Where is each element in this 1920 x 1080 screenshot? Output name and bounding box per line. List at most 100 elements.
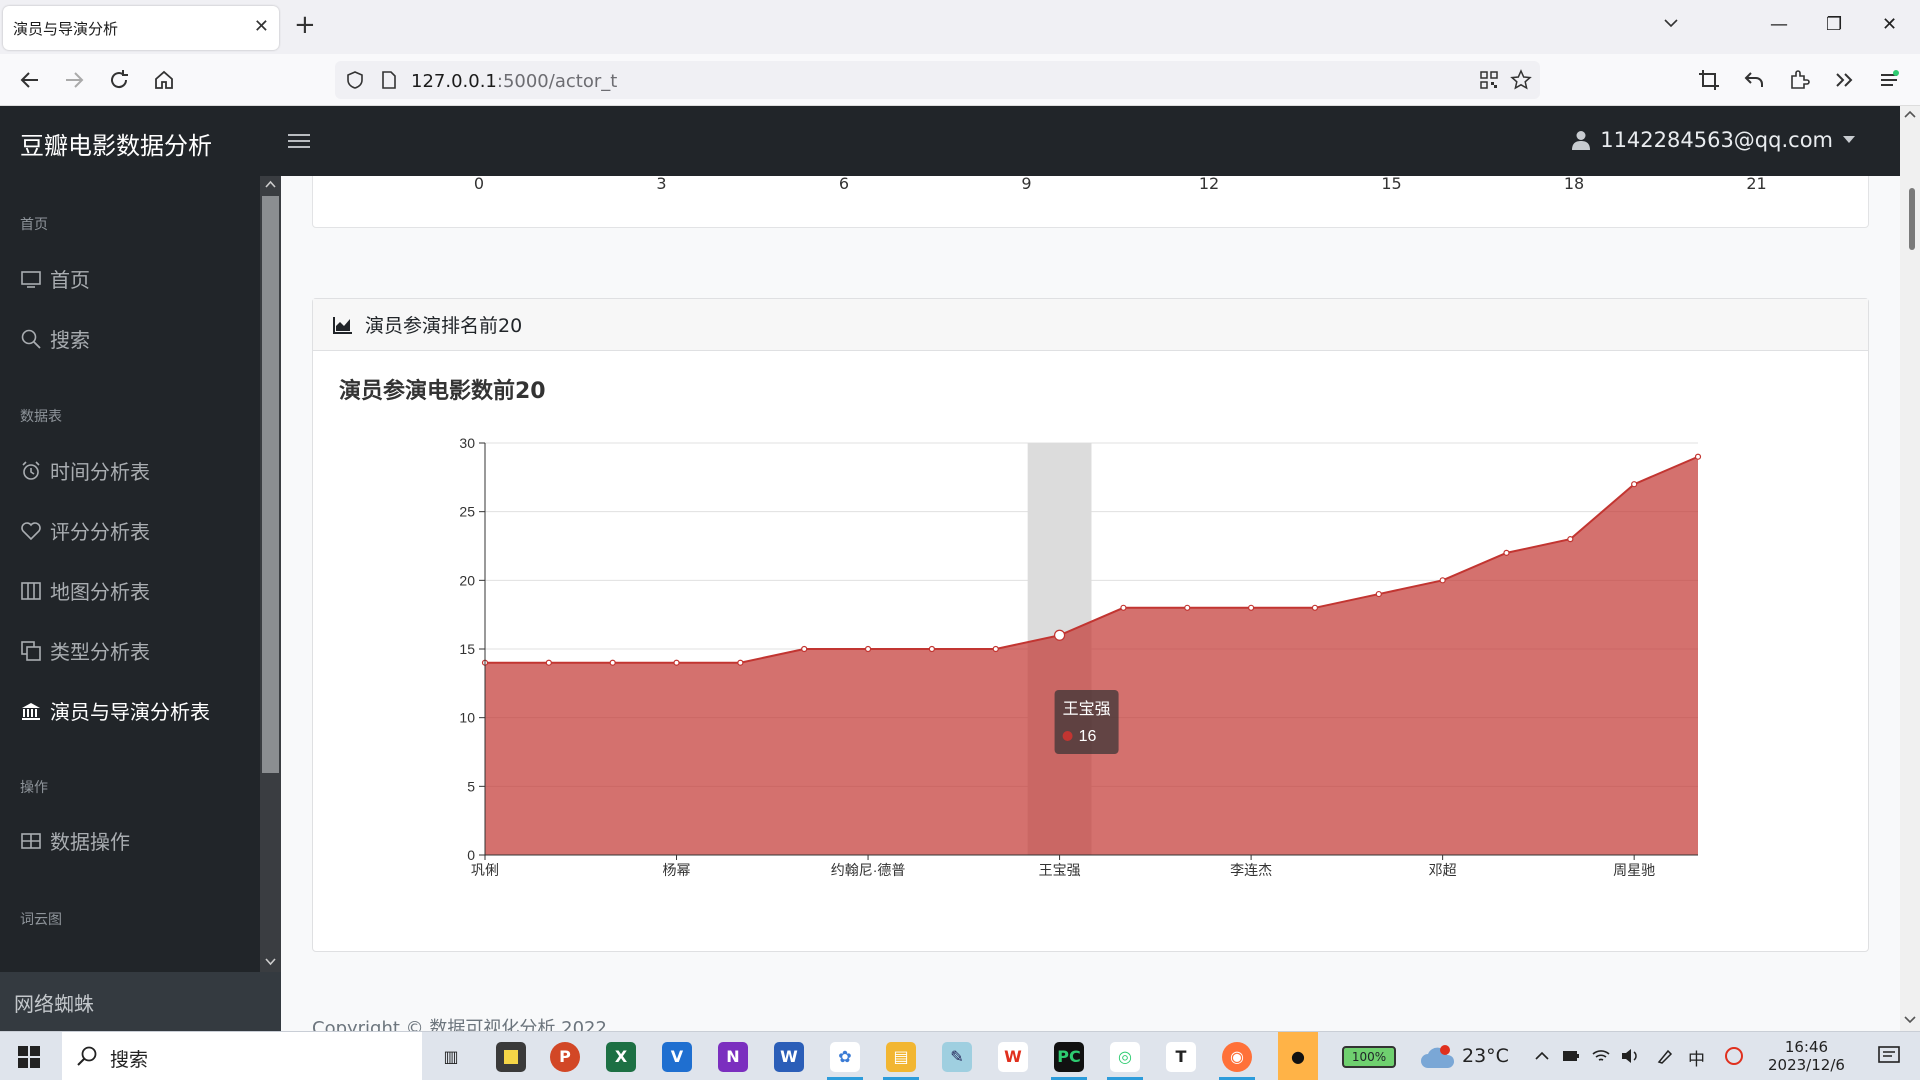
data-point[interactable]	[1375, 590, 1382, 598]
actor-area-chart[interactable]: 051015202530巩俐 杨幂 约翰尼·德普 王宝强 李连杰 邓超 周星驰王宝强16	[313, 351, 1868, 951]
previous-chart-x-tick: 18	[1563, 176, 1585, 193]
data-point[interactable]	[1694, 453, 1702, 460]
data-point[interactable]	[737, 659, 744, 666]
ime-icon[interactable]: 中	[1688, 1045, 1705, 1070]
sidebar-toggle-icon[interactable]	[288, 130, 310, 150]
qr-code-icon[interactable]	[1480, 71, 1498, 89]
ide-icon[interactable]: V	[662, 1042, 692, 1072]
sticky-notes-icon[interactable]	[496, 1042, 526, 1072]
sidebar-item-genre-analysis[interactable]: 类型分析表	[20, 636, 150, 665]
sidebar-item-search[interactable]: 搜索	[20, 324, 90, 353]
firefox-icon[interactable]: ◉	[1222, 1042, 1252, 1072]
data-point[interactable]	[609, 659, 616, 666]
typora-icon[interactable]: T	[1166, 1042, 1196, 1072]
close-tab-icon[interactable]: ✕	[254, 16, 269, 37]
scroll-up-icon[interactable]	[1904, 110, 1916, 118]
data-point[interactable]	[1567, 536, 1574, 543]
close-window-icon[interactable]: ✕	[1882, 14, 1897, 35]
sidebar-item-data-operations[interactable]: 数据操作	[20, 826, 130, 855]
notification-icon[interactable]	[1878, 1046, 1900, 1066]
data-point[interactable]	[801, 645, 808, 653]
x-tick-label: 王宝强	[1039, 862, 1081, 878]
weather-cloud-icon[interactable]	[1420, 1044, 1456, 1070]
tooltip-marker	[1062, 731, 1073, 741]
overflow-chevrons-icon[interactable]	[1832, 68, 1856, 92]
scroll-down-icon[interactable]	[1904, 1016, 1916, 1024]
x-tick-label: 周星驰	[1613, 862, 1655, 878]
onenote-icon[interactable]: N	[718, 1042, 748, 1072]
qq-icon[interactable]: ●	[1278, 1032, 1318, 1080]
reload-icon[interactable]	[107, 68, 131, 92]
battery-icon[interactable]: 100%	[1342, 1046, 1396, 1068]
data-point[interactable]	[1311, 604, 1319, 611]
word-icon[interactable]: W	[774, 1042, 804, 1072]
brand-title[interactable]: 豆瓣电影数据分析	[20, 126, 212, 161]
minimize-icon[interactable]: —	[1770, 14, 1788, 35]
sidebar-item-rating-analysis[interactable]: 评分分析表	[20, 516, 150, 545]
sidebar-item-time-analysis[interactable]: 时间分析表	[20, 456, 150, 485]
user-email: 1142284563@qq.com	[1600, 128, 1833, 152]
data-point[interactable]	[928, 645, 935, 653]
data-point[interactable]	[673, 659, 680, 666]
data-point[interactable]	[545, 659, 552, 666]
data-point[interactable]	[1503, 549, 1510, 556]
menu-icon[interactable]	[1877, 68, 1901, 92]
previous-chart-x-tick: 3	[656, 176, 667, 193]
sidebar-item-home[interactable]: 首页	[20, 264, 90, 293]
extensions-icon[interactable]	[1787, 68, 1811, 92]
excel-icon[interactable]: X	[606, 1042, 636, 1072]
pycharm-icon[interactable]: PC	[1054, 1042, 1084, 1072]
data-point[interactable]	[1248, 604, 1255, 611]
browser-tab[interactable]: 演员与导演分析 ✕	[3, 6, 279, 50]
scroll-up-icon[interactable]	[265, 180, 276, 188]
chevron-down-icon[interactable]	[1662, 14, 1680, 32]
star-icon[interactable]	[1510, 69, 1532, 91]
sidebar-item-map-analysis[interactable]: 地图分析表	[20, 576, 150, 605]
data-point[interactable]	[1053, 629, 1066, 641]
tooltip-value: 16	[1079, 728, 1097, 745]
data-point[interactable]	[864, 645, 872, 653]
file-explorer-icon[interactable]: ▤	[886, 1042, 916, 1072]
task-view-icon[interactable]: ▥	[436, 1042, 466, 1072]
home-icon[interactable]	[152, 68, 176, 92]
alarm-clock-icon	[22, 460, 40, 480]
taskbar-clock[interactable]: 16:46 2023/12/6	[1768, 1038, 1845, 1074]
data-point[interactable]	[1439, 577, 1446, 584]
url-text[interactable]: 127.0.0.1:5000/actor_t	[411, 71, 617, 92]
y-tick-label: 25	[459, 504, 475, 520]
undo-icon[interactable]	[1742, 68, 1766, 92]
tab-title: 演员与导演分析	[13, 20, 119, 38]
pen-icon[interactable]	[1656, 1047, 1674, 1065]
data-point[interactable]	[1631, 481, 1638, 488]
wifi-icon[interactable]	[1592, 1047, 1610, 1065]
y-tick-label: 5	[467, 778, 475, 794]
taskbar-search[interactable]: 搜索	[62, 1032, 422, 1080]
page-scroll-thumb[interactable]	[1909, 188, 1915, 250]
powerpoint-icon[interactable]: P	[550, 1042, 580, 1072]
page-scrollbar[interactable]	[1900, 106, 1920, 1031]
data-point[interactable]	[1120, 604, 1127, 611]
tray-chevron-up-icon[interactable]	[1534, 1048, 1550, 1064]
back-icon[interactable]	[18, 68, 42, 92]
crop-icon[interactable]	[1697, 68, 1721, 92]
wechat-icon[interactable]: ◎	[1110, 1042, 1140, 1072]
windows-start-icon[interactable]	[18, 1046, 40, 1068]
restore-icon[interactable]: ❐	[1826, 14, 1842, 35]
new-tab-icon[interactable]: +	[294, 10, 316, 40]
sidebar-item-actor-director-analysis[interactable]: 演员与导演分析表	[20, 696, 210, 725]
sidebar-scroll-thumb[interactable]	[262, 196, 279, 773]
shield-icon[interactable]	[345, 70, 365, 90]
volume-icon[interactable]	[1620, 1047, 1640, 1065]
notepad-icon[interactable]: ✎	[942, 1042, 972, 1072]
wps-icon[interactable]: W	[998, 1042, 1028, 1072]
battery-tray-icon[interactable]	[1562, 1049, 1580, 1063]
sidebar-scrollbar[interactable]	[260, 176, 281, 972]
cloud-drive-icon[interactable]: ✿	[830, 1042, 860, 1072]
forward-icon[interactable]	[62, 68, 86, 92]
app-tray-icon[interactable]	[1724, 1046, 1744, 1066]
scroll-down-icon[interactable]	[265, 958, 276, 966]
data-point[interactable]	[1184, 604, 1191, 611]
data-point[interactable]	[992, 645, 999, 653]
address-bar[interactable]: 127.0.0.1:5000/actor_t	[335, 61, 1540, 99]
user-menu[interactable]: 1142284563@qq.com	[1572, 128, 1855, 152]
